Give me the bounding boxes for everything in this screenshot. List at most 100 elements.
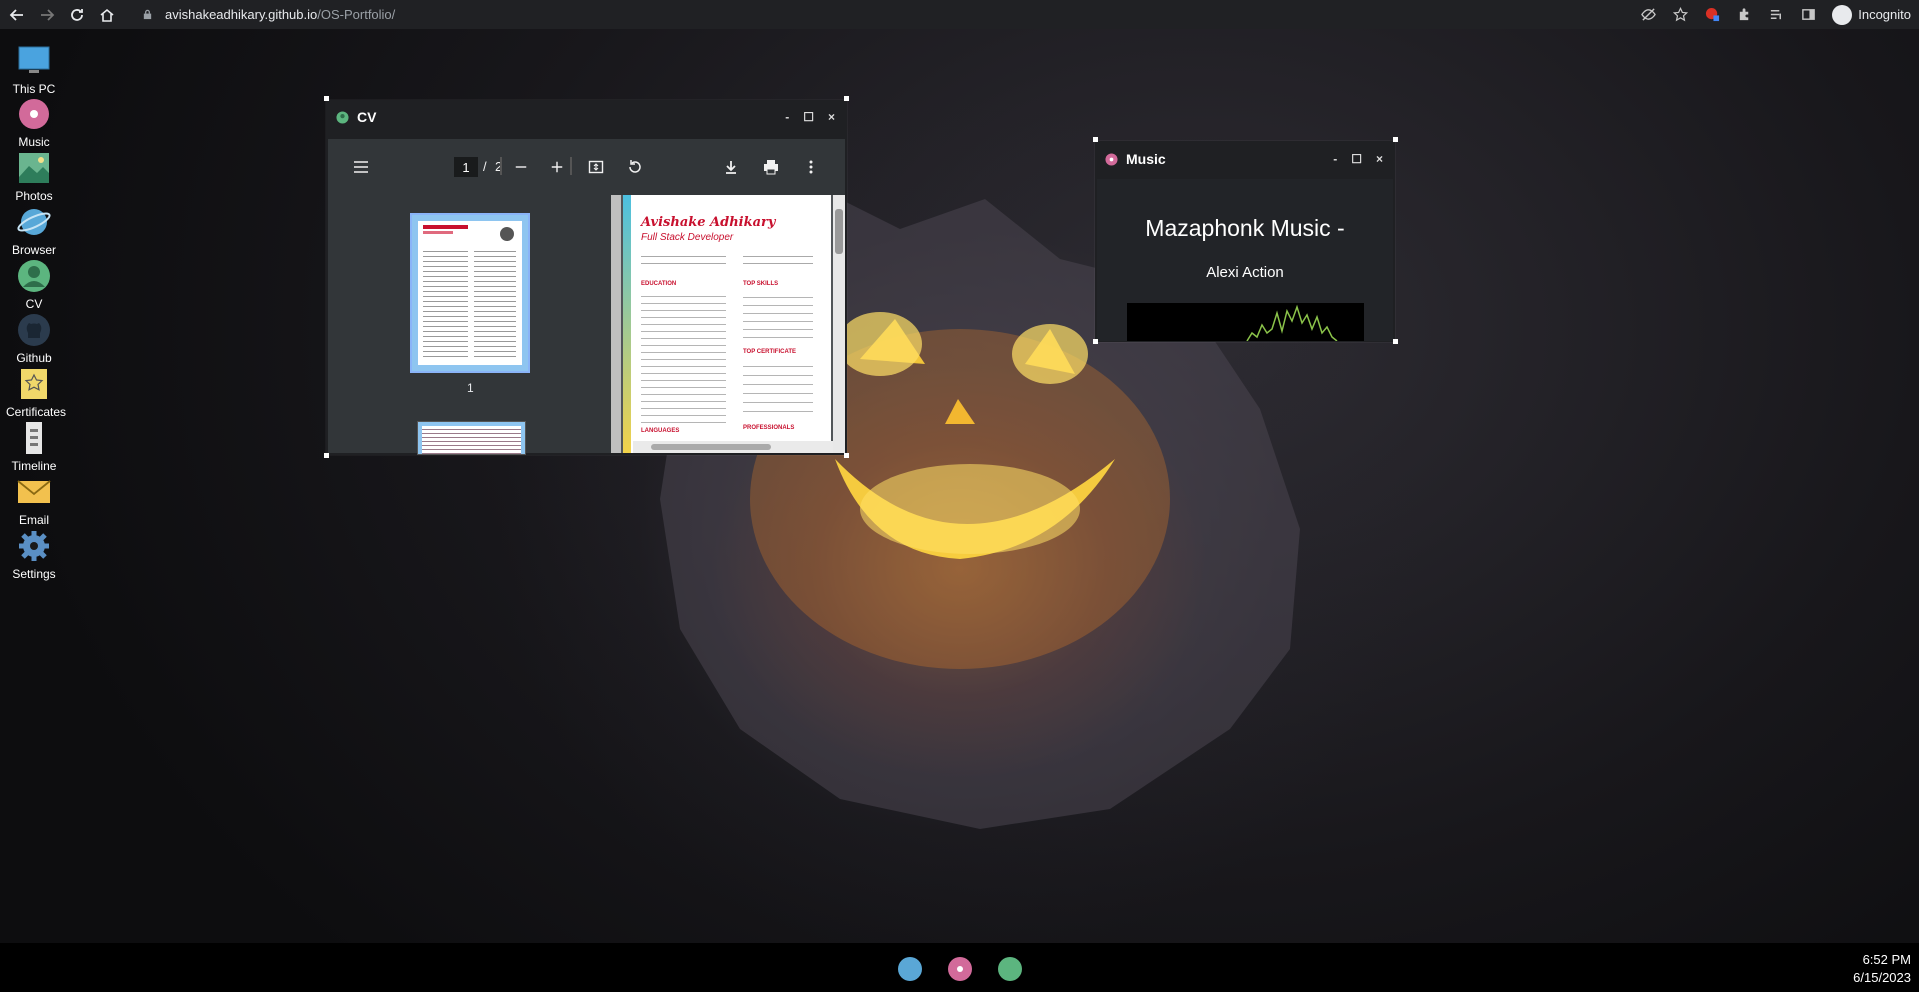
- print-icon[interactable]: [761, 157, 781, 177]
- close-button[interactable]: ×: [828, 110, 835, 124]
- desktop-icon-label: Browser: [11, 243, 56, 257]
- clock-time: 6:52 PM: [1862, 952, 1911, 967]
- extensions-puzzle-icon[interactable]: [1736, 7, 1752, 23]
- page-separator: /: [483, 159, 487, 174]
- desktop-icon-music[interactable]: Music: [6, 97, 62, 149]
- song-title: Mazaphonk Music -: [1145, 215, 1345, 241]
- desktop-icon-label: Timeline: [11, 459, 57, 473]
- desktop-icon-this-pc[interactable]: This PC: [6, 44, 62, 96]
- taskbar: 6:52 PM 6/15/2023: [0, 943, 1919, 992]
- side-panel-icon[interactable]: [1800, 7, 1816, 23]
- clock-date: 6/15/2023: [1853, 970, 1911, 985]
- maximize-button[interactable]: ☐: [803, 110, 814, 124]
- system-clock[interactable]: 6:52 PM 6/15/2023: [1853, 951, 1911, 987]
- pdf-page: Avishake Adhikary Full Stack Developer E…: [631, 195, 831, 453]
- menu-icon[interactable]: [351, 157, 371, 177]
- taskbar-music-icon[interactable]: [948, 957, 972, 981]
- resize-handle[interactable]: [844, 96, 849, 101]
- resize-handle[interactable]: [844, 453, 849, 458]
- desktop-icon-label: Settings: [12, 567, 56, 581]
- desktop-icon-browser[interactable]: Browser: [6, 205, 62, 257]
- desktop-icon-label: Certificates: [6, 405, 67, 419]
- taskbar-cv-icon[interactable]: [998, 957, 1022, 981]
- desktop-icon-label: This PC: [12, 82, 56, 96]
- bookmark-star-icon[interactable]: [1672, 7, 1688, 23]
- resize-handle[interactable]: [324, 96, 329, 101]
- music-window-titlebar[interactable]: Music - ☐ ×: [1095, 141, 1395, 177]
- browser-toolbar: avishakeadhikary.github.io/OS-Portfolio/…: [0, 0, 1919, 29]
- timeline-icon: [17, 421, 51, 455]
- address-bar[interactable]: avishakeadhikary.github.io/OS-Portfolio/: [140, 2, 1560, 27]
- pdf-page-view[interactable]: Avishake Adhikary Full Stack Developer E…: [611, 195, 845, 453]
- cv-section-heading: TOP CERTIFICATE: [743, 349, 797, 355]
- url-host: avishakeadhikary.github.io: [165, 7, 318, 22]
- cv-section-heading: TOP SKILLS: [743, 281, 779, 287]
- more-options-icon[interactable]: [801, 157, 821, 177]
- home-icon: [100, 8, 114, 22]
- scrollbar-track[interactable]: [611, 195, 621, 453]
- song-artist: Alexi Action: [1206, 264, 1284, 281]
- desktop-icon-cv[interactable]: CV: [6, 259, 62, 311]
- desktop-icon-timeline[interactable]: Timeline: [6, 421, 62, 473]
- resize-handle[interactable]: [1093, 137, 1098, 142]
- page-thumbnail[interactable]: [410, 213, 530, 373]
- monitor-icon: [17, 44, 51, 78]
- gear-icon: [17, 529, 51, 563]
- cv-window-titlebar[interactable]: CV - ☐ ×: [326, 100, 847, 134]
- music-disc-icon: [1105, 152, 1118, 166]
- rotate-icon[interactable]: [625, 157, 645, 177]
- desktop-icon-photos[interactable]: Photos: [6, 151, 62, 203]
- lock-icon: [143, 9, 152, 20]
- toolbar-divider: [500, 157, 502, 175]
- cv-section-heading: LANGUAGES: [641, 428, 680, 434]
- close-button[interactable]: ×: [1376, 152, 1383, 166]
- arrow-left-icon: [9, 8, 23, 21]
- download-icon[interactable]: [721, 157, 741, 177]
- page-number-input[interactable]: 1: [454, 157, 478, 177]
- resize-handle[interactable]: [1393, 137, 1398, 142]
- thumbnail-page-label: 1: [467, 381, 474, 395]
- eye-off-icon[interactable]: [1640, 7, 1656, 23]
- music-disc-icon: [17, 97, 51, 131]
- desktop-icon-certificates[interactable]: Certificates: [6, 367, 66, 419]
- fit-page-icon[interactable]: [586, 157, 606, 177]
- incognito-label: Incognito: [1858, 7, 1911, 22]
- page-thumbnail[interactable]: [417, 421, 526, 455]
- forward-button[interactable]: [34, 2, 60, 28]
- toolbar-divider: [570, 157, 572, 175]
- reload-button[interactable]: [64, 2, 90, 28]
- desktop-icon-settings[interactable]: Settings: [6, 529, 62, 581]
- back-button[interactable]: [4, 2, 30, 28]
- home-button[interactable]: [94, 2, 120, 28]
- zoom-out-icon[interactable]: [511, 157, 531, 177]
- photos-icon: [17, 151, 51, 185]
- incognito-profile[interactable]: Incognito: [1832, 4, 1911, 25]
- taskbar-browser-icon[interactable]: [898, 957, 922, 981]
- window-title: CV: [357, 109, 377, 125]
- resize-handle[interactable]: [1093, 339, 1098, 344]
- desktop-icon-github[interactable]: Github: [6, 313, 62, 365]
- vertical-scrollbar[interactable]: [833, 195, 845, 453]
- horizontal-scrollbar[interactable]: [633, 441, 833, 453]
- desktop-icon-label: Github: [16, 351, 52, 365]
- cv-section-heading: EDUCATION: [641, 281, 677, 287]
- desktop-icon-label: Music: [18, 135, 50, 149]
- url-path: /OS-Portfolio/: [317, 7, 396, 22]
- desktop-icon-label: CV: [25, 297, 43, 311]
- audio-visualizer: [1127, 303, 1364, 341]
- minimize-button[interactable]: -: [785, 110, 789, 124]
- media-queue-icon[interactable]: [1768, 7, 1784, 23]
- cv-role: Full Stack Developer: [641, 232, 734, 243]
- music-player: Mazaphonk Music - Alexi Action: [1097, 179, 1393, 341]
- maximize-button[interactable]: ☐: [1351, 152, 1362, 166]
- pdf-toolbar: 1 / 2: [328, 139, 845, 195]
- resize-handle[interactable]: [1393, 339, 1398, 344]
- user-icon: [336, 110, 349, 124]
- minimize-button[interactable]: -: [1333, 152, 1337, 166]
- star-certificate-icon: [17, 367, 51, 401]
- zoom-in-icon[interactable]: [547, 157, 567, 177]
- extension-badge-icon[interactable]: [1704, 7, 1720, 23]
- resize-handle[interactable]: [324, 453, 329, 458]
- desktop-icon-email[interactable]: Email: [6, 475, 62, 527]
- envelope-icon: [17, 475, 51, 509]
